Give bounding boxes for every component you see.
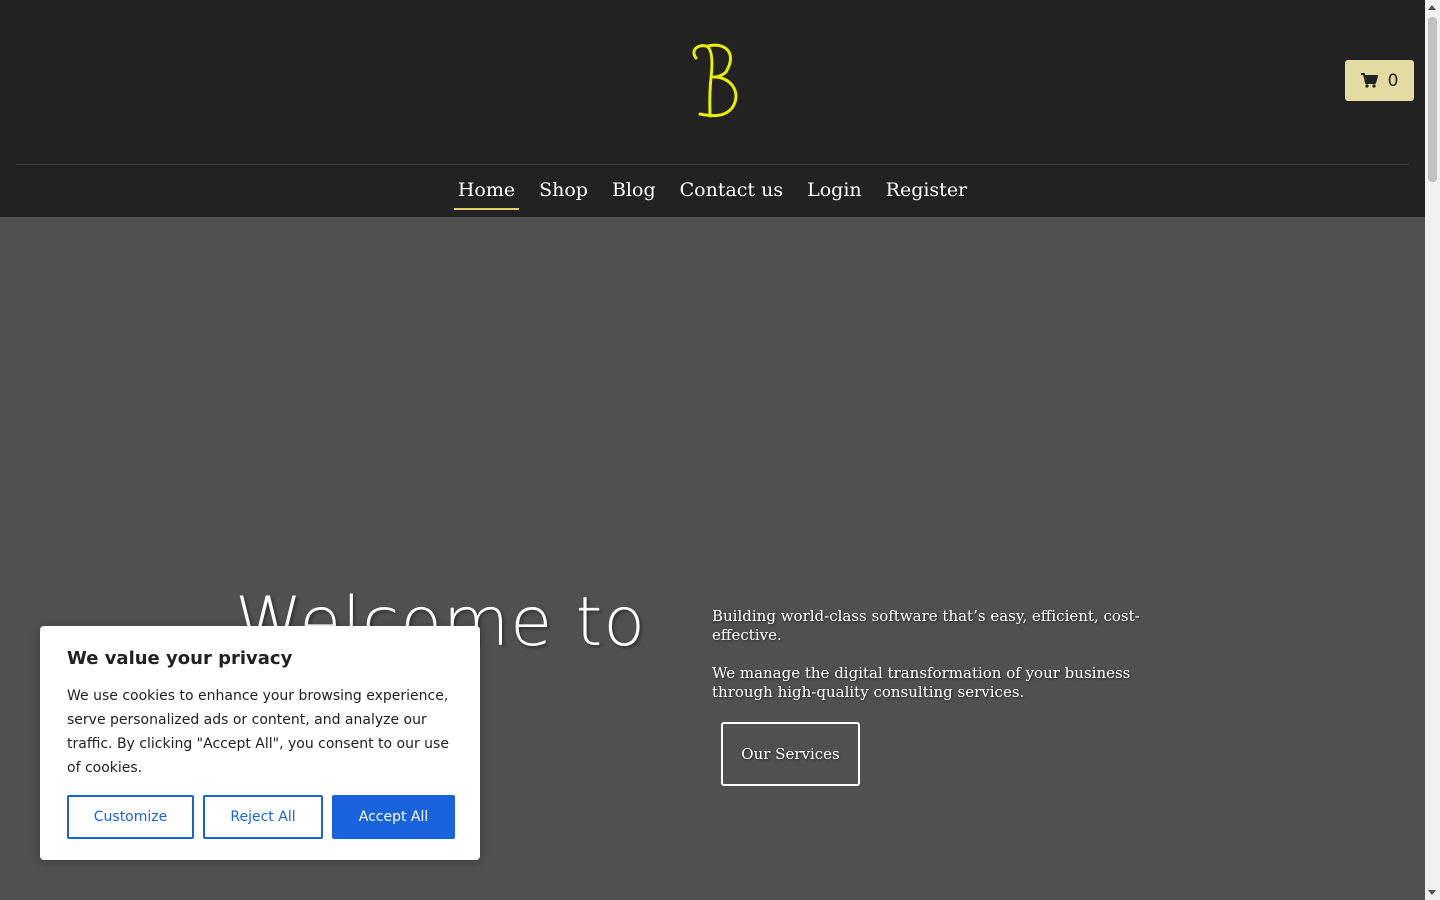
our-services-button[interactable]: Our Services	[721, 722, 860, 786]
main-nav: Home Shop Blog Contact us Login Register	[0, 172, 1425, 212]
cookie-banner-title: We value your privacy	[67, 648, 293, 669]
nav-item-blog[interactable]: Blog	[608, 172, 660, 205]
accept-all-button[interactable]: Accept All	[332, 795, 455, 839]
customize-button[interactable]: Customize	[67, 795, 194, 839]
cart-icon	[1360, 73, 1378, 88]
cookie-banner-actions: Customize Reject All Accept All	[67, 795, 455, 839]
hero-paragraph-2: We manage the digital transformation of …	[712, 664, 1131, 701]
hero-paragraph-1: Building world-class software that’s eas…	[712, 607, 1140, 644]
scroll-down-arrow-icon[interactable]	[1428, 890, 1436, 895]
site-header: 0 Home Shop Blog Contact us Login Regist…	[0, 0, 1425, 217]
cart-count: 0	[1387, 70, 1399, 91]
nav-item-contact-us[interactable]: Contact us	[676, 172, 787, 205]
vertical-scrollbar[interactable]	[1425, 0, 1440, 900]
header-divider	[16, 164, 1409, 165]
site-logo[interactable]	[680, 38, 746, 120]
nav-item-shop[interactable]: Shop	[535, 172, 592, 205]
cookie-consent-banner: We value your privacy We use cookies to …	[40, 626, 480, 860]
scrollbar-thumb[interactable]	[1428, 17, 1437, 182]
reject-all-button[interactable]: Reject All	[203, 795, 323, 839]
nav-item-login[interactable]: Login	[803, 172, 866, 205]
cookie-banner-text: We use cookies to enhance your browsing …	[67, 688, 449, 776]
hero-description: Building world-class software that’s eas…	[712, 607, 1162, 721]
scroll-up-arrow-icon[interactable]	[1428, 5, 1436, 10]
nav-item-home[interactable]: Home	[453, 172, 520, 210]
cart-button[interactable]: 0	[1345, 60, 1414, 101]
nav-item-register[interactable]: Register	[882, 172, 972, 205]
page: 0 Home Shop Blog Contact us Login Regist…	[0, 0, 1425, 900]
